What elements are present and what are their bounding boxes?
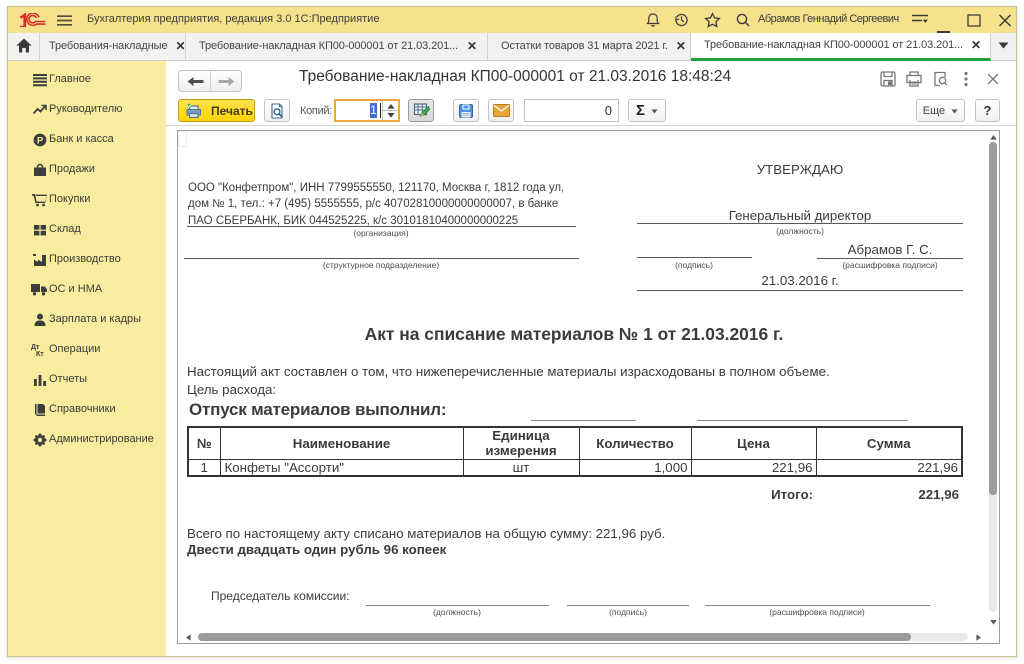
svg-text:Дт: Дт	[31, 344, 40, 351]
svg-text:P: P	[37, 135, 44, 146]
svg-text:Кт: Кт	[36, 351, 44, 357]
